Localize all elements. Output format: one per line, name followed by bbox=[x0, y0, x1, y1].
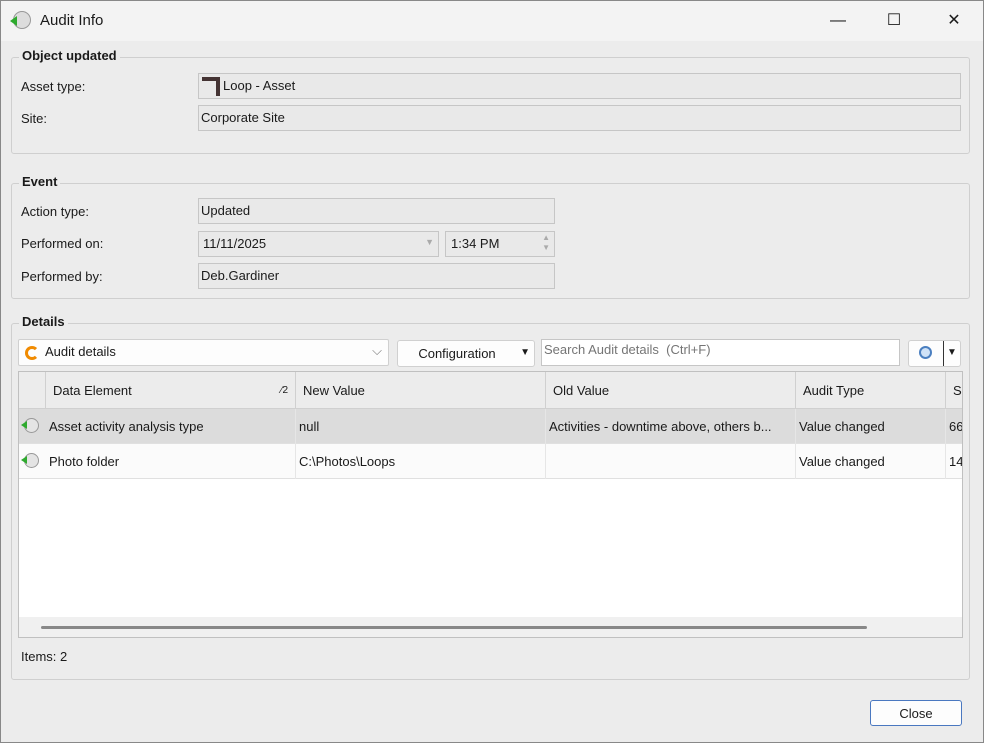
chevron-down-icon[interactable]: ▼ bbox=[425, 237, 434, 247]
performed-by-field: Deb.Gardiner bbox=[198, 263, 555, 289]
group-title: Object updated bbox=[19, 48, 120, 63]
time-spinner[interactable]: 1:34 PM ▲ ▼ bbox=[445, 231, 555, 257]
horizontal-scrollbar[interactable] bbox=[19, 617, 962, 637]
cell-data-element: Photo folder bbox=[46, 444, 296, 479]
header-label: Data Element bbox=[53, 383, 132, 398]
asset-type-label: Asset type: bbox=[21, 79, 86, 94]
close-window-button[interactable]: ✕ bbox=[939, 9, 969, 33]
maximize-button[interactable]: ☐ bbox=[879, 9, 909, 33]
configuration-label: Configuration bbox=[418, 346, 496, 361]
caret-down-icon[interactable]: ▼ bbox=[947, 347, 957, 358]
action-type-field: Updated bbox=[198, 198, 555, 224]
header-label: S bbox=[953, 383, 962, 398]
cell-old-value bbox=[546, 444, 796, 479]
asset-type-field: Loop - Asset bbox=[198, 73, 961, 99]
audit-clock-icon bbox=[21, 453, 39, 468]
cell-data-element: Asset activity analysis type bbox=[46, 409, 296, 444]
table-row[interactable]: Photo folder C:\Photos\Loops Value chang… bbox=[19, 444, 962, 479]
audit-view-icon bbox=[25, 346, 39, 360]
asset-type-value: Loop - Asset bbox=[223, 78, 296, 93]
header-label: Old Value bbox=[553, 383, 610, 398]
chevron-down-icon: ⌵ bbox=[372, 343, 382, 358]
date-picker[interactable]: 11/11/2025 ▼ bbox=[198, 231, 439, 257]
audit-info-window: Audit Info — ☐ ✕ Object updated Asset ty… bbox=[0, 0, 984, 743]
cell-new-value: C:\Photos\Loops bbox=[296, 444, 546, 479]
window-title: Audit Info bbox=[40, 12, 104, 29]
items-count: Items: 2 bbox=[21, 649, 68, 664]
title-bar: Audit Info — ☐ ✕ bbox=[1, 1, 983, 41]
view-value: Audit details bbox=[45, 344, 116, 359]
cell-new-value: null bbox=[296, 409, 546, 444]
cell-audit-type: Value changed bbox=[796, 409, 946, 444]
header-indicator bbox=[19, 372, 46, 409]
search-button[interactable]: ▼ bbox=[908, 340, 961, 367]
cell-audit-type: Value changed bbox=[796, 444, 946, 479]
spinner-icon[interactable]: ▲ ▼ bbox=[542, 233, 550, 253]
action-type-label: Action type: bbox=[21, 204, 89, 219]
search-input[interactable] bbox=[541, 339, 900, 366]
configuration-button[interactable]: Configuration ▼ bbox=[397, 340, 535, 367]
loop-asset-icon bbox=[202, 77, 220, 96]
audit-details-grid: Data Element ⁄2 New Value Old Value Audit… bbox=[18, 371, 963, 638]
performed-on-label: Performed on: bbox=[21, 236, 104, 251]
header-extra[interactable]: S bbox=[946, 372, 962, 409]
header-data-element[interactable]: Data Element ⁄2 bbox=[46, 372, 296, 409]
header-new-value[interactable]: New Value bbox=[296, 372, 546, 409]
audit-clock-icon bbox=[21, 418, 39, 433]
time-value: 1:34 PM bbox=[451, 236, 500, 251]
scrollbar-thumb[interactable] bbox=[41, 626, 867, 629]
magnifier-icon bbox=[919, 346, 932, 359]
cell-extra: 14 bbox=[946, 444, 962, 479]
sort-indicator: ⁄2 bbox=[280, 385, 288, 396]
table-row[interactable]: Asset activity analysis type null Activi… bbox=[19, 409, 962, 444]
group-title: Details bbox=[19, 314, 68, 329]
audit-clock-icon bbox=[10, 11, 31, 29]
site-label: Site: bbox=[21, 111, 48, 126]
header-label: Audit Type bbox=[803, 383, 865, 398]
site-field: Corporate Site bbox=[198, 105, 961, 131]
performed-by-label: Performed by: bbox=[21, 269, 103, 284]
header-audit-type[interactable]: Audit Type bbox=[796, 372, 946, 409]
caret-down-icon: ▼ bbox=[520, 347, 530, 358]
close-button[interactable]: Close bbox=[870, 700, 962, 726]
cell-old-value: Activities - downtime above, others b... bbox=[546, 409, 796, 444]
view-dropdown[interactable]: Audit details ⌵ bbox=[18, 339, 389, 366]
date-value: 11/11/2025 bbox=[203, 236, 267, 251]
header-label: New Value bbox=[303, 383, 365, 398]
minimize-button[interactable]: — bbox=[823, 9, 853, 33]
group-title: Event bbox=[19, 174, 61, 189]
header-old-value[interactable]: Old Value bbox=[546, 372, 796, 409]
cell-extra: 66 bbox=[946, 409, 962, 444]
